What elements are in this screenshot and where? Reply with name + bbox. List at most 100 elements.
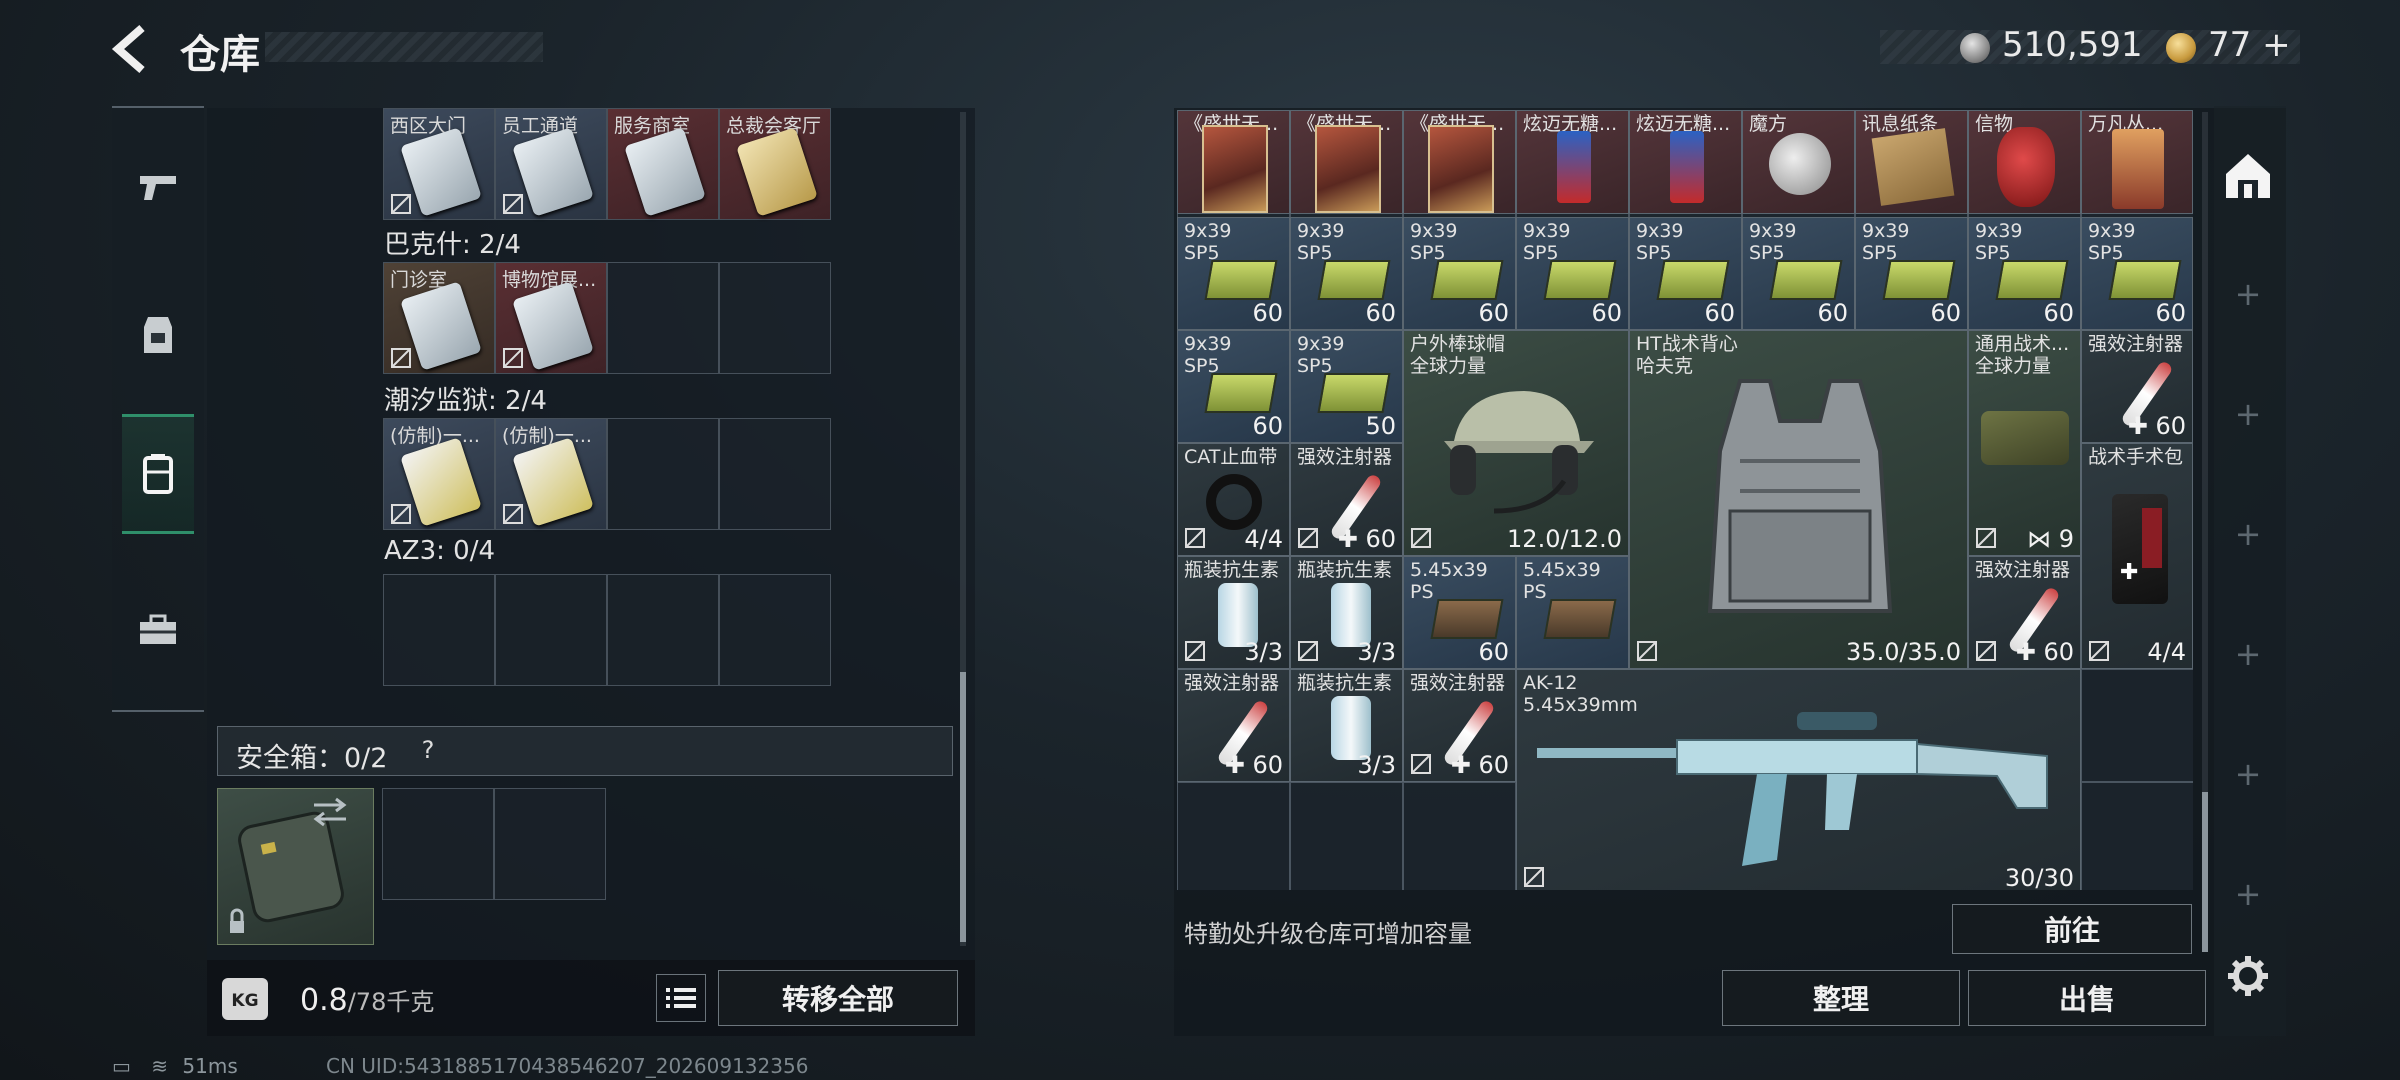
tab-pack[interactable] xyxy=(122,414,194,534)
add-stash-page-plus-icon[interactable]: + xyxy=(2232,278,2264,310)
stash-item-ammo[interactable]: 9x39 SP5 60 xyxy=(1968,217,2081,330)
stash-page-home-button[interactable] xyxy=(2220,148,2276,204)
stash-item-ammo[interactable]: 9x39 SP5 60 xyxy=(1855,217,1968,330)
stash-item[interactable]: 信物 xyxy=(1968,110,2081,214)
stash-item-antibiotic[interactable]: 瓶装抗生素 3/3 xyxy=(1290,556,1403,669)
empty-slot[interactable] xyxy=(719,418,831,530)
empty-slot[interactable] xyxy=(607,418,719,530)
stash-item-ammo[interactable]: 9x39 SP5 60 xyxy=(1177,217,1290,330)
keycard-slot[interactable]: 西区大门 xyxy=(383,108,495,220)
stash-item-ammo[interactable]: 5.45x39 PS 60 xyxy=(1403,556,1516,669)
stash-item-ammo[interactable]: 9x39 SP5 60 xyxy=(1290,217,1403,330)
stash-item[interactable]: 《盛世天... xyxy=(1177,110,1290,214)
keycard-slot[interactable]: (仿制)一... xyxy=(383,418,495,530)
back-button[interactable] xyxy=(108,22,154,76)
stash-scrollbar[interactable] xyxy=(2202,112,2208,952)
stash-item-ammo[interactable]: 9x39 SP5 60 xyxy=(1742,217,1855,330)
stash-empty-slot[interactable] xyxy=(1177,782,1290,890)
keycard-slot[interactable]: 服务商室 xyxy=(607,108,719,220)
sell-button[interactable]: 出售 xyxy=(1968,970,2206,1026)
stash-item-cap[interactable]: 户外棒球帽 全球力量 12.0/12.0 xyxy=(1403,330,1629,556)
stash-item-stim[interactable]: 强效注射器 ✚ 60 xyxy=(1403,669,1516,782)
empty-slot[interactable] xyxy=(607,262,719,374)
stash-empty-slot[interactable] xyxy=(2081,669,2193,782)
tourniquet-icon xyxy=(1206,474,1262,530)
item-name: 魔方 xyxy=(1749,113,1788,135)
stash-item-stim[interactable]: 强效注射器 ✚ 60 xyxy=(2081,330,2193,443)
poster-icon xyxy=(1202,125,1268,213)
safebox-container[interactable] xyxy=(217,788,374,945)
empty-slot[interactable] xyxy=(719,262,831,374)
stash-item-ammo[interactable]: 9x39 SP5 50 xyxy=(1290,330,1403,443)
stash-item-tactical-bag[interactable]: 通用战术... 全球力量 ⋈ 9 xyxy=(1968,330,2081,556)
keycard-slot[interactable]: 员工通道 xyxy=(495,108,607,220)
stash-item-stim[interactable]: 强效注射器 ✚ 60 xyxy=(1290,443,1403,556)
item-name: 强效注射器 xyxy=(2088,333,2184,355)
stash-item-ammo[interactable]: 9x39 SP5 60 xyxy=(1516,217,1629,330)
keycard-slot[interactable]: 门诊室 xyxy=(383,262,495,374)
stash-item-antibiotic[interactable]: 瓶装抗生素 3/3 xyxy=(1177,556,1290,669)
no-drop-icon xyxy=(1185,528,1205,548)
help-icon[interactable]: ? xyxy=(412,734,444,766)
stash-item[interactable]: 《盛世天... xyxy=(1403,110,1516,214)
empty-slot[interactable] xyxy=(383,574,495,686)
keycard-icon xyxy=(736,127,818,217)
empty-slot[interactable] xyxy=(382,788,494,900)
stash-item-stim[interactable]: 强效注射器 ✚ 60 xyxy=(1177,669,1290,782)
tab-weapon[interactable] xyxy=(122,128,194,248)
stash-item[interactable]: 《盛世天... xyxy=(1290,110,1403,214)
stash-item-medkit[interactable]: 战术手术包 ✚ 4/4 xyxy=(2081,443,2193,669)
bowtie-icon: ⋈ xyxy=(2027,525,2052,553)
item-count: ⋈ 9 xyxy=(2027,525,2074,553)
stash-empty-slot[interactable] xyxy=(1403,782,1516,890)
transfer-all-button[interactable]: 转移全部 xyxy=(718,970,958,1026)
stash-empty-slot[interactable] xyxy=(1290,782,1403,890)
stash-item-ammo[interactable]: 9x39 SP5 60 xyxy=(1629,217,1742,330)
empty-slot[interactable] xyxy=(494,788,606,900)
stash-item-antibiotic[interactable]: 瓶装抗生素 3/3 xyxy=(1290,669,1403,782)
stash-item[interactable]: 万凡丛... xyxy=(2081,110,2193,214)
empty-slot[interactable] xyxy=(495,574,607,686)
add-stash-page-plus-icon[interactable]: + xyxy=(2232,878,2264,910)
plus-icon: ✚ xyxy=(1224,751,1245,779)
stash-item-ammo[interactable]: 9x39 SP5 60 xyxy=(1403,217,1516,330)
stash-item[interactable]: 炫迈无糖... xyxy=(1516,110,1629,214)
stash-item-tourniquet[interactable]: CAT止血带 4/4 xyxy=(1177,443,1290,556)
stash-item-ammo[interactable]: 9x39 SP5 60 xyxy=(2081,217,2193,330)
item-count: 3/3 xyxy=(1357,638,1396,666)
empty-slot[interactable] xyxy=(719,574,831,686)
sort-button[interactable]: 整理 xyxy=(1722,970,1960,1026)
keycard-slot[interactable]: 博物馆展... xyxy=(495,262,607,374)
stash-item-rifle[interactable]: AK-12 5.45x39mm 30/30 xyxy=(1516,669,2081,890)
stash-item-stim[interactable]: 强效注射器 ✚ 60 xyxy=(1968,556,2081,669)
tab-toolbox[interactable] xyxy=(122,570,194,690)
ammo-box-icon xyxy=(1656,260,1730,300)
plus-icon: ✚ xyxy=(2127,412,2148,440)
stash-empty-slot[interactable] xyxy=(2081,782,2193,890)
stash-item-vest[interactable]: HT战术背心 哈夫克 35.0/35.0 xyxy=(1629,330,1968,669)
keycard-slot[interactable]: (仿制)一... xyxy=(495,418,607,530)
stash-item-ammo[interactable]: 5.45x39 PS xyxy=(1516,556,1629,669)
add-stash-page-plus-icon[interactable]: + xyxy=(2232,638,2264,670)
silver-currency-value: 510,591 xyxy=(2002,25,2143,65)
scrollbar-thumb[interactable] xyxy=(2202,792,2208,952)
tab-armor[interactable] xyxy=(122,275,194,395)
add-stash-page-plus-icon[interactable]: + xyxy=(2232,398,2264,430)
left-scrollbar[interactable] xyxy=(960,112,966,946)
add-stash-page-plus-icon[interactable]: + xyxy=(2232,518,2264,550)
settings-button[interactable] xyxy=(2226,954,2270,998)
stash-item[interactable]: 讯息纸条 xyxy=(1855,110,1968,214)
stash-item-ammo[interactable]: 9x39 SP5 60 xyxy=(1177,330,1290,443)
add-stash-page-plus-icon[interactable]: + xyxy=(2232,758,2264,790)
scrollbar-thumb[interactable] xyxy=(960,672,966,942)
stash-item[interactable]: 炫迈无糖... xyxy=(1629,110,1742,214)
keycard-slot[interactable]: 总裁会客厅 xyxy=(719,108,831,220)
item-count: 3/3 xyxy=(1357,751,1396,779)
stash-item[interactable]: 魔方 xyxy=(1742,110,1855,214)
gold-currency-value[interactable]: 77 + xyxy=(2208,25,2291,65)
goto-button[interactable]: 前往 xyxy=(1952,904,2192,954)
empty-slot[interactable] xyxy=(607,574,719,686)
list-icon xyxy=(666,988,696,1008)
list-view-button[interactable] xyxy=(656,974,706,1022)
weight-readout: 0.8/78千克 xyxy=(300,982,434,1018)
